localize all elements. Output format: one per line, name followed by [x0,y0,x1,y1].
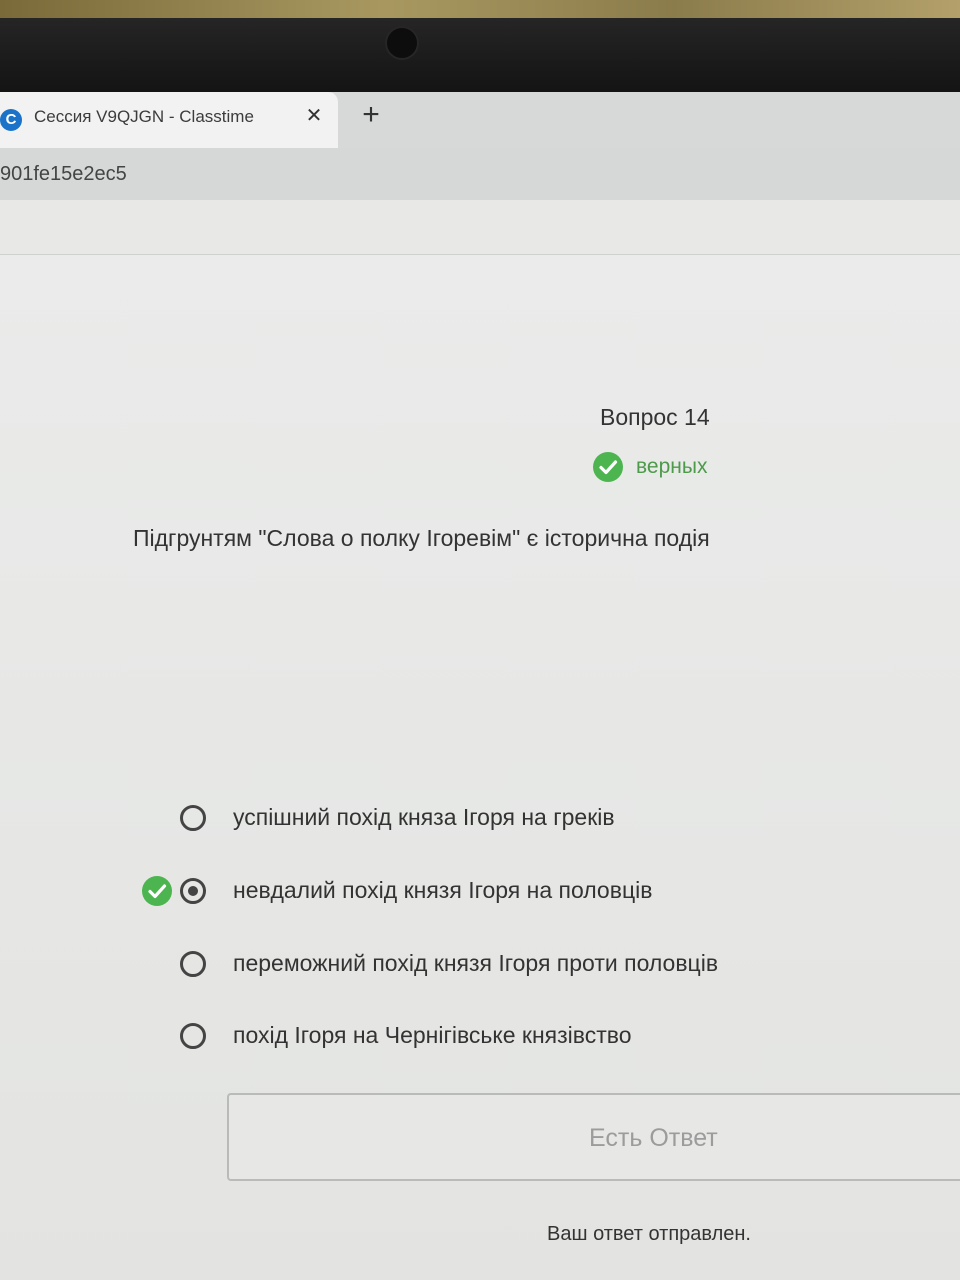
answer-option[interactable]: переможний похід князя Ігоря проти полов… [140,946,840,990]
plus-icon[interactable]: + [356,100,386,130]
background-surface [0,0,960,18]
browser-tab-bar: C Сессия V9QJGN - Classtime ✕ + [0,92,960,148]
question-number: Вопрос 14 [600,404,710,430]
answer-sent-message: Ваш ответ отправлен. [547,1223,751,1245]
option-label: успішний похід княза Ігоря на греків [233,804,615,830]
submit-button-label: Есть Ответ [589,1124,718,1152]
option-label: переможний похід князя Ігоря проти полов… [233,950,719,976]
address-bar[interactable]: 901fe15e2ec5 [0,148,960,200]
radio-button[interactable] [180,951,206,977]
close-icon[interactable]: ✕ [302,104,326,128]
check-circle-icon [142,876,172,906]
url-text[interactable]: 901fe15e2ec5 [0,163,127,186]
answer-option[interactable]: невдалий похід князя Ігоря на половців [140,873,840,917]
webcam [385,26,419,60]
laptop-bezel [0,0,960,92]
submit-answer-button[interactable]: Есть Ответ [227,1093,960,1181]
answer-option[interactable]: успішний похід княза Ігоря на греків [140,800,840,844]
option-label: невдалий похід князя Ігоря на половців [233,877,653,903]
radio-button[interactable] [180,805,206,831]
tab-title: Сессия V9QJGN - Classtime [34,107,254,126]
radio-button[interactable] [180,1023,206,1049]
status-correct-label: верных [636,455,708,478]
radio-button-selected[interactable] [180,878,206,904]
check-circle-icon [593,452,623,482]
page-header-strip [0,200,960,255]
option-label: похід Ігоря на Чернігівське князівство [233,1022,632,1048]
classtime-favicon-icon: C [0,109,22,131]
browser-tab[interactable]: C Сессия V9QJGN - Classtime ✕ [0,92,338,148]
question-text: Підгрунтям "Слова о полку Ігоревім" є іс… [133,525,710,551]
answer-option[interactable]: похід Ігоря на Чернігівське князівство [140,1018,840,1062]
